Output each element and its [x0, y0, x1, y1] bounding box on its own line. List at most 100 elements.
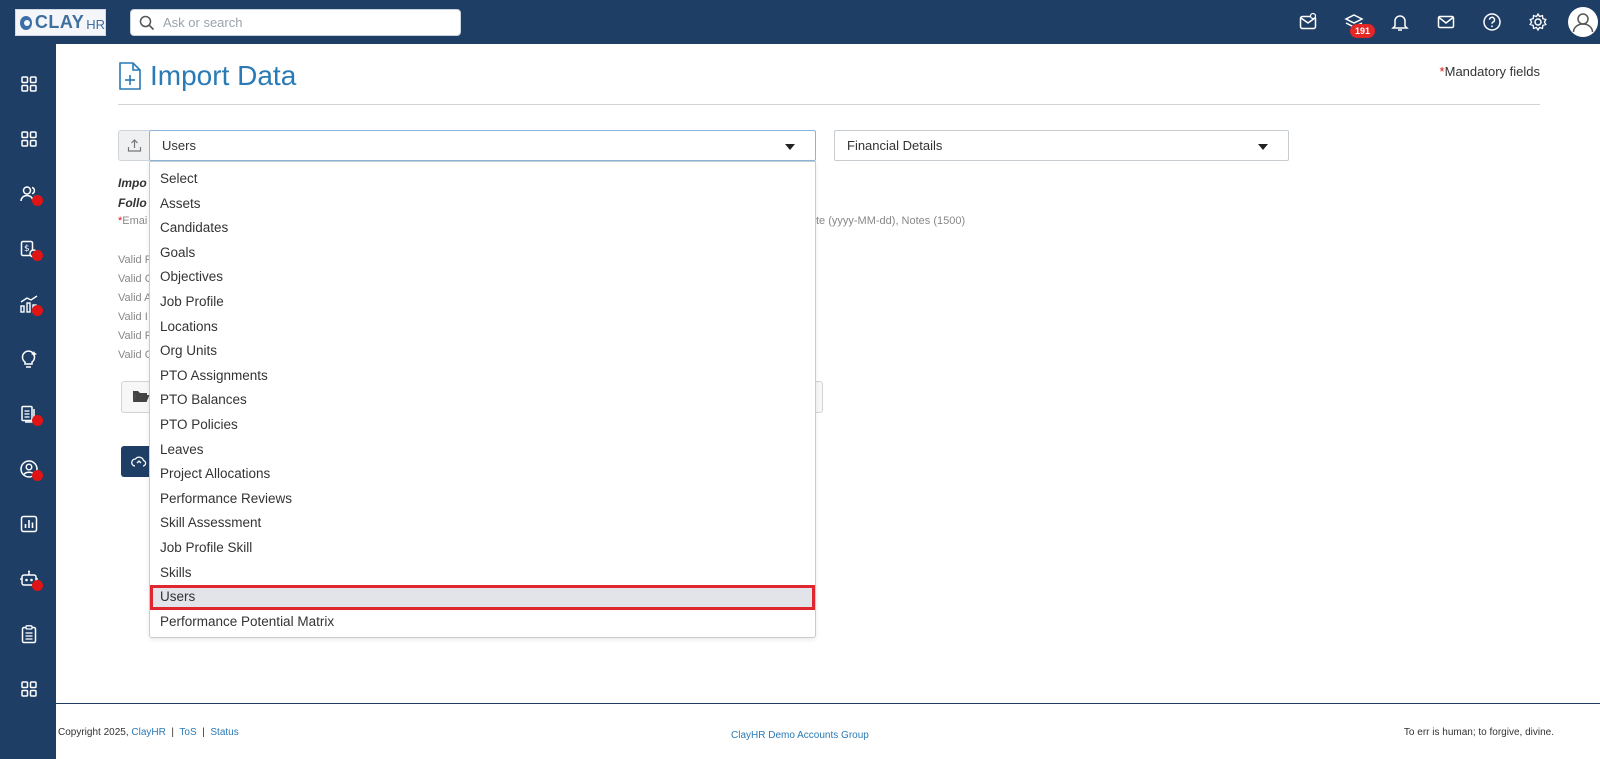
search-icon [139, 15, 155, 30]
sidebar-item-people[interactable] [18, 183, 43, 206]
clayhr-logo[interactable]: CLAY HR [15, 9, 106, 36]
upload-addon [118, 130, 149, 161]
lightbulb-icon [21, 350, 37, 368]
account-group-link[interactable]: ClayHR Demo Accounts Group [731, 730, 869, 741]
sidebar-item-profile[interactable] [18, 458, 43, 481]
footer-separator: | [171, 727, 175, 738]
search-input[interactable] [163, 15, 443, 30]
grid-icon [21, 681, 37, 697]
svg-text:$: $ [24, 244, 30, 254]
dropdown-option[interactable]: Job Profile [150, 290, 815, 315]
company-link[interactable]: ClayHR [131, 727, 165, 738]
dropdown-option[interactable]: Performance Reviews [150, 487, 815, 512]
notification-dot [32, 305, 43, 316]
dropdown-option[interactable]: Locations [150, 315, 815, 340]
valid-line: Valid A [118, 292, 152, 304]
clock-mail-icon[interactable] [1294, 8, 1322, 36]
entity-select-value: Users [162, 138, 196, 153]
top-bar: CLAY HR 191 [0, 0, 1600, 44]
top-icons: 191 [1276, 7, 1600, 38]
bell-icon[interactable] [1386, 8, 1414, 36]
valid-line: Valid F [118, 254, 152, 266]
notification-dot [32, 250, 43, 261]
gear-icon[interactable] [1524, 8, 1552, 36]
dropdown-option[interactable]: PTO Assignments [150, 364, 815, 389]
notification-dot [32, 195, 43, 206]
valid-line: Valid I [118, 311, 148, 323]
dropdown-option[interactable]: PTO Policies [150, 413, 815, 438]
status-link[interactable]: Status [210, 727, 238, 738]
sidebar-item-apps[interactable] [18, 678, 40, 700]
sidebar-item-documents[interactable] [18, 403, 43, 426]
page-title: Import Data [150, 60, 297, 91]
page-header: Import Data [118, 60, 296, 92]
mandatory-note: *Mandatory fields [1440, 64, 1540, 79]
chevron-down-icon [785, 144, 795, 150]
valid-line: Valid C [118, 273, 153, 285]
dropdown-option[interactable]: Assets [150, 192, 815, 217]
dropdown-option[interactable]: Job Profile Skill [150, 536, 815, 561]
dropdown-option[interactable]: PTO Balances [150, 388, 815, 413]
layers-icon[interactable]: 191 [1340, 8, 1376, 38]
grid-icon [21, 76, 37, 92]
sidebar-item-assistant[interactable] [18, 568, 43, 591]
help-icon[interactable] [1478, 8, 1506, 36]
dropdown-option[interactable]: Select [150, 167, 815, 192]
dropdown-option[interactable]: Performance Potential Matrix [150, 610, 815, 635]
upload-tray-icon [127, 139, 141, 152]
sidebar-item-analytics[interactable] [18, 293, 43, 316]
folder-open-icon [132, 389, 150, 408]
footer-separator: | [202, 727, 205, 738]
sidebar-item-ideas[interactable] [18, 348, 40, 370]
footer-copyright: Copyright 2025, ClayHR | ToS | Status [58, 727, 239, 738]
report-chart-icon [20, 515, 38, 533]
notification-dot [32, 415, 43, 426]
sidebar-item-reports[interactable] [18, 513, 40, 535]
cloud-upload-icon [131, 456, 147, 467]
footer-quote: To err is human; to forgive, divine. [1403, 727, 1554, 738]
sidebar-item-dashboard[interactable] [18, 128, 40, 150]
dropdown-option[interactable]: Objectives [150, 265, 815, 290]
file-plus-icon [119, 62, 141, 90]
valid-line: Valid C [118, 349, 153, 361]
tos-link[interactable]: ToS [179, 727, 196, 738]
mandatory-label: Mandatory fields [1444, 64, 1540, 79]
sidebar-item-home[interactable] [18, 73, 40, 95]
title-divider [118, 104, 1540, 105]
clipboard-icon [21, 625, 37, 644]
subtype-select-value: Financial Details [847, 138, 943, 153]
dropdown-option[interactable]: Skills [150, 561, 815, 586]
dropdown-option[interactable]: Project Allocations [150, 462, 815, 487]
mail-icon[interactable] [1432, 8, 1460, 36]
dropdown-option[interactable]: Leaves [150, 438, 815, 463]
dropdown-option[interactable]: Goals [150, 241, 815, 266]
logo-sub: HR [86, 16, 105, 32]
valid-line: Valid F [118, 330, 152, 342]
user-avatar-icon[interactable] [1568, 7, 1598, 37]
dropdown-option[interactable]: Users [150, 585, 815, 610]
dropdown-option[interactable]: Candidates [150, 216, 815, 241]
instruction-line-3-end: te (yyyy-MM-dd), Notes (1500) [816, 215, 966, 227]
notification-dot [32, 470, 43, 481]
notification-count-badge: 191 [1350, 24, 1376, 38]
search-bar [130, 9, 461, 36]
sidebar: $ [0, 44, 56, 759]
notification-dot [32, 580, 43, 591]
dropdown-option[interactable]: Org Units [150, 339, 815, 364]
instruction-line-1: Impo [118, 176, 147, 190]
chevron-down-icon [1258, 144, 1268, 150]
logo-mark-icon [20, 15, 32, 30]
subtype-select[interactable]: Financial Details [834, 130, 1289, 161]
dropdown-option[interactable]: Skill Assessment [150, 511, 815, 536]
grid-icon [21, 131, 37, 147]
instruction-line-3-start: Emai [122, 215, 148, 227]
footer-divider [56, 703, 1600, 704]
entity-select-dropdown: Select Assets Candidates Goals Objectives Job… [149, 161, 816, 638]
entity-select[interactable]: Users [149, 130, 816, 161]
copyright-text: Copyright 2025, [58, 727, 129, 738]
sidebar-item-payroll[interactable]: $ [18, 238, 43, 261]
instruction-line-2: Follo [118, 196, 147, 210]
sidebar-item-tasks[interactable] [18, 623, 40, 645]
logo-text: CLAY [34, 12, 85, 32]
instruction-line-3: *Emai [118, 215, 147, 227]
